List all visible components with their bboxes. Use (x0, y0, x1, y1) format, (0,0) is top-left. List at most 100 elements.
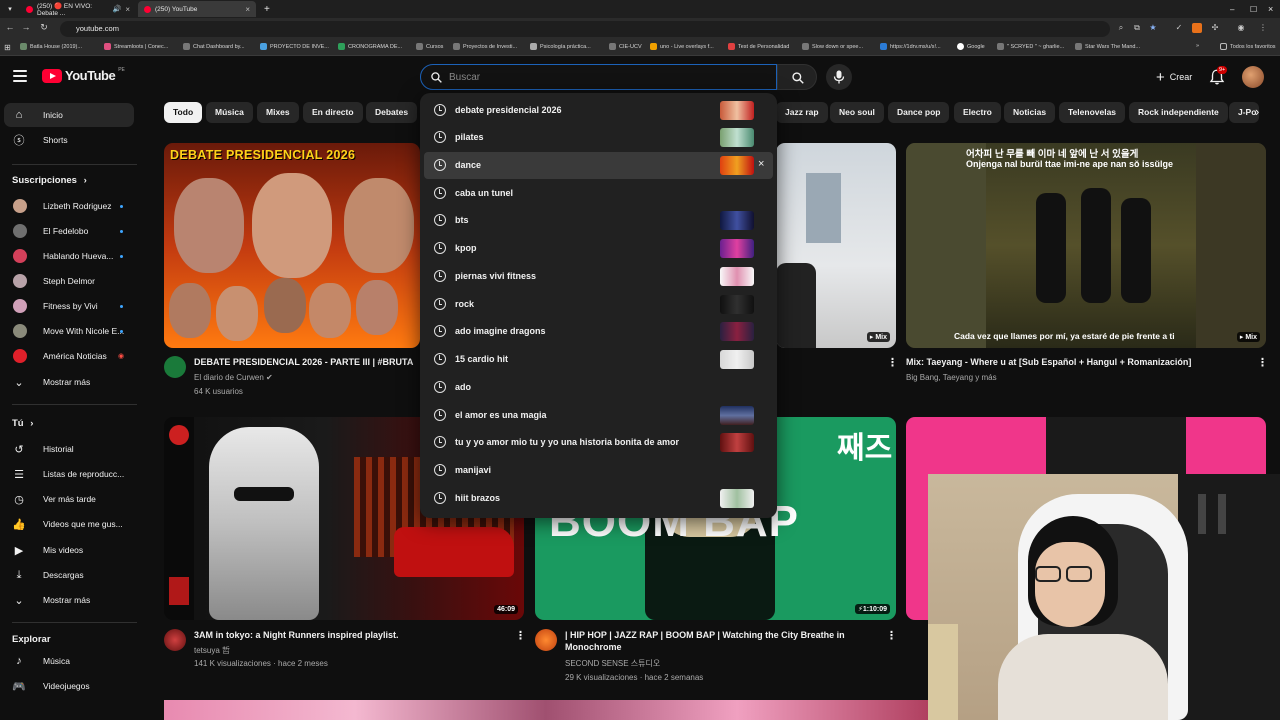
browser-menu-icon[interactable]: ⋮ (1258, 23, 1268, 33)
back-button[interactable]: ← (4, 22, 16, 32)
extension-icon[interactable] (1192, 23, 1202, 33)
youtube-logo[interactable]: YouTube PE (42, 67, 125, 83)
suggestion-item[interactable]: 15 cardio hit (424, 346, 773, 373)
chip-todo[interactable]: Todo (164, 102, 203, 123)
chip-noticias[interactable]: Noticias (1004, 102, 1056, 123)
new-tab-button[interactable]: + (258, 1, 276, 17)
subscription-item[interactable]: América Noticias ◉ (4, 344, 134, 368)
channel-avatar[interactable] (164, 629, 186, 651)
address-bar[interactable]: youtube.com (60, 21, 1110, 37)
sidebar-item-shorts[interactable]: ⓢ Shorts (4, 128, 134, 152)
suggestion-item[interactable]: dance × (424, 152, 773, 179)
chip-telenovelas[interactable]: Telenovelas (1059, 102, 1126, 123)
search-box[interactable] (420, 64, 777, 90)
create-button[interactable]: + Crear (1146, 64, 1202, 90)
chip-rock-independiente[interactable]: Rock independiente (1129, 102, 1228, 123)
chip-musica[interactable]: Música (206, 102, 253, 123)
video-thumbnail[interactable]: 어차피 난 무를 빼 이마 네 앞에 난 서 있을게 Onjenga nal b… (906, 143, 1266, 348)
chip-electro[interactable]: Electro (954, 102, 1001, 123)
maximize-button[interactable]: ☐ (1244, 1, 1263, 17)
more-options-icon[interactable]: ⋮ (887, 356, 898, 369)
suggestion-item[interactable]: ado imagine dragons (424, 318, 773, 345)
forward-button[interactable]: → (20, 22, 32, 32)
bookmark[interactable]: CRONOGRAMA DE... (338, 43, 402, 50)
bookmark[interactable]: Streamloots | Conec... (104, 43, 168, 50)
bookmark[interactable]: Google (957, 43, 985, 50)
channel-avatar[interactable] (535, 629, 557, 651)
tab-menu-button[interactable]: ▾ (2, 1, 18, 17)
more-options-icon[interactable]: ⋮ (1257, 356, 1268, 369)
sidebar-item-my-videos[interactable]: ▶ Mis videos (4, 538, 134, 562)
suggestion-item[interactable]: ado (424, 374, 773, 401)
remove-suggestion-icon[interactable]: × (758, 158, 764, 170)
subscription-item[interactable]: Fitness by Vivi (4, 294, 134, 318)
suggestion-item[interactable]: manijavi (424, 457, 773, 484)
extension-icon[interactable]: ✓ (1174, 23, 1184, 33)
voice-search-button[interactable] (826, 64, 852, 90)
show-more-subscriptions[interactable]: ⌄ Mostrar más (4, 370, 134, 394)
close-window-button[interactable]: × (1262, 1, 1279, 17)
chip-debates[interactable]: Debates (366, 102, 418, 123)
bookmark[interactable]: Slow down or spee... (802, 43, 863, 50)
subscription-item[interactable]: Move With Nicole E... (4, 319, 134, 343)
bookmark[interactable]: uno - Live overlays f... (650, 43, 714, 50)
suggestion-item[interactable]: el amor es una magia (424, 402, 773, 429)
chip-jazz-rap[interactable]: Jazz rap (776, 102, 828, 123)
bookmark[interactable]: Cursos (416, 43, 443, 50)
search-button[interactable] (777, 64, 817, 90)
bookmark[interactable]: Chat Dashboard by... (183, 43, 245, 50)
suggestion-item[interactable]: piernas vivi fitness (424, 263, 773, 290)
suggestion-item[interactable]: caba un tunel (424, 180, 773, 207)
subscriptions-heading[interactable]: Suscripciones › (12, 175, 87, 186)
more-bookmarks-icon[interactable]: » (1196, 43, 1199, 49)
close-tab-icon[interactable]: × (245, 5, 250, 14)
bookmark[interactable]: https://1drv.ms/u/s!... (880, 43, 941, 50)
sidebar-item-watch-later[interactable]: ◷ Ver más tarde (4, 487, 134, 511)
bookmark[interactable]: Batla House (2019)... (20, 43, 82, 50)
channel-name[interactable]: tetsuya 哲 (194, 645, 230, 656)
video-title[interactable]: DEBATE PRESIDENCIAL 2026 - PARTE III | #… (194, 356, 420, 368)
chip-next-arrow-icon[interactable]: › (1255, 104, 1259, 119)
sidebar-item-inicio[interactable]: ⌂ Inicio (4, 103, 134, 127)
show-more-you[interactable]: ⌄ Mostrar más (4, 588, 134, 612)
bookmark[interactable]: Test de Personalidad (728, 43, 789, 50)
channel-name[interactable]: SECOND SENSE 스튜디오 (565, 658, 660, 669)
video-title[interactable]: 3AM in tokyo: a Night Runners inspired p… (194, 629, 494, 641)
video-thumbnail[interactable]: ▸ Mix (776, 143, 896, 348)
user-avatar[interactable] (1242, 66, 1264, 88)
suggestion-item[interactable]: rock (424, 291, 773, 318)
reload-button[interactable]: ↻ (38, 22, 50, 33)
channel-name[interactable]: Big Bang, Taeyang y más (906, 372, 997, 383)
chip-dance-pop[interactable]: Dance pop (888, 102, 950, 123)
close-tab-icon[interactable]: × (125, 5, 130, 14)
more-options-icon[interactable]: ⋮ (515, 629, 526, 642)
you-heading[interactable]: Tú › (12, 418, 33, 429)
sidebar-item-downloads[interactable]: ⤓ Descargas (4, 563, 134, 587)
suggestion-item[interactable]: hiit brazos (424, 485, 773, 512)
sidebar-item-historial[interactable]: ↺ Historial (4, 437, 134, 461)
profile-icon[interactable]: ◉ (1236, 23, 1246, 33)
suggestion-item[interactable]: bts (424, 207, 773, 234)
sidebar-item-gaming[interactable]: 🎮 Videojuegos (4, 674, 134, 698)
bookmark[interactable]: CIE-UCV (609, 43, 642, 50)
sidebar-item-playlists[interactable]: ☰ Listas de reproducc... (4, 462, 134, 486)
browser-tab-youtube[interactable]: (250) YouTube × (138, 1, 256, 17)
bookmark[interactable]: Star Wars The Mand... (1075, 43, 1140, 50)
video-title[interactable]: | HIP HOP | JAZZ RAP | BOOM BAP | Watchi… (565, 629, 865, 653)
bookmark-star-icon[interactable]: ★ (1148, 23, 1158, 33)
suggestion-item[interactable]: tu y yo amor mio tu y yo una historia bo… (424, 429, 773, 456)
subscription-item[interactable]: Lizbeth Rodriguez (4, 194, 134, 218)
sidebar-item-liked[interactable]: 👍 Videos que me gus... (4, 512, 134, 536)
suggestion-item[interactable]: kpop (424, 235, 773, 262)
chip-mixes[interactable]: Mixes (257, 102, 299, 123)
bookmark[interactable]: " SCRYED " ~ gharlie... (997, 43, 1064, 50)
sidebar-item-music[interactable]: ♪ Música (4, 649, 134, 673)
minimize-button[interactable]: – (1224, 1, 1240, 17)
chip-en-directo[interactable]: En directo (303, 102, 363, 123)
suggestion-item[interactable]: debate presidencial 2026 (424, 97, 773, 124)
search-input[interactable] (449, 69, 749, 86)
apps-icon[interactable]: ⊞ (4, 43, 11, 52)
bookmark[interactable]: Psicología práctica... (530, 43, 591, 50)
zoom-icon[interactable]: ⌕ (1116, 23, 1126, 33)
extensions-puzzle-icon[interactable]: ✣ (1210, 23, 1220, 33)
